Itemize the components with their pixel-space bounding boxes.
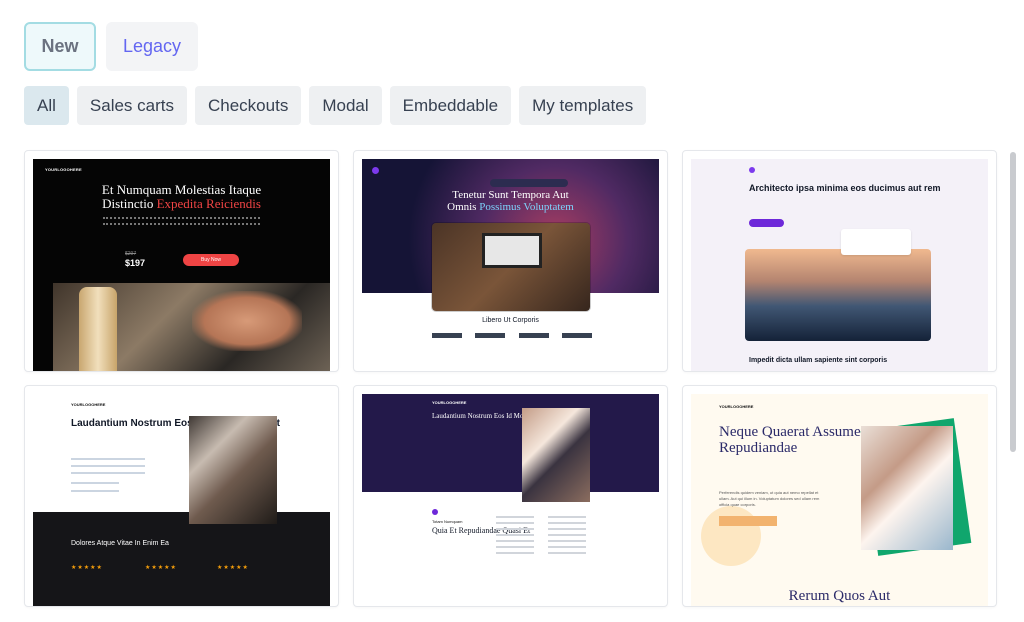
checklist-line bbox=[71, 490, 119, 492]
preview-cta-button bbox=[719, 516, 777, 526]
purple-header bbox=[362, 394, 659, 492]
template-filters: All Sales carts Checkouts Modal Embeddab… bbox=[24, 86, 647, 125]
preview-logo: YOURLOGOHERE bbox=[719, 404, 754, 409]
preview-bottom-title: Impedit dicta ullam sapiente sint corpor… bbox=[749, 357, 888, 364]
fitness-photo bbox=[522, 408, 590, 502]
preview-buy-button bbox=[749, 219, 784, 227]
hands-image bbox=[192, 291, 302, 351]
lake-sunset-photo bbox=[745, 249, 931, 341]
woman-laughing-photo bbox=[861, 426, 953, 550]
decorative-circle bbox=[701, 506, 761, 566]
preview-logo: YOURLOGOHERE bbox=[45, 167, 82, 172]
dark-section-title: Dolores Atque Vitae In Enim Ea bbox=[71, 540, 169, 547]
preview-buy-button: Buy Now bbox=[183, 254, 239, 266]
brand-logo-icon bbox=[749, 167, 755, 173]
template-card-2[interactable]: Tenetur Sunt Tempora Aut Omnis Possimus … bbox=[353, 150, 668, 372]
template-card-6[interactable]: YOURLOGOHERE Neque Quaerat Assumenda Aut… bbox=[682, 385, 997, 607]
filter-all[interactable]: All bbox=[24, 86, 69, 125]
press-logo bbox=[475, 333, 506, 338]
press-logo bbox=[432, 333, 462, 338]
template-card-3[interactable]: Architecto ipsa minima eos ducimus aut r… bbox=[682, 150, 997, 372]
brand-logo-icon bbox=[372, 167, 379, 174]
text-line bbox=[71, 472, 145, 474]
preview-title-highlight: Expedita Reiciendis bbox=[156, 196, 261, 211]
laptop-image bbox=[432, 223, 590, 311]
filter-modal[interactable]: Modal bbox=[309, 86, 382, 125]
laptop-screen bbox=[482, 233, 542, 268]
avatar bbox=[432, 509, 438, 515]
template-preview-1: YOURLOGOHERE Et Numquam Molestias Itaque… bbox=[33, 159, 330, 371]
version-tabs: New Legacy bbox=[24, 22, 198, 71]
preview-title: Et Numquam Molestias Itaque Distinctio E… bbox=[33, 183, 330, 211]
preview-bottom-title: Rerum Quos Aut bbox=[788, 588, 891, 604]
testimonial-card bbox=[841, 229, 911, 255]
filter-sales-carts[interactable]: Sales carts bbox=[76, 86, 187, 125]
preview-title-line: Tenetur Sunt Tempora Aut bbox=[452, 189, 569, 201]
preview-title-plain: Omnis bbox=[447, 201, 477, 213]
page-scrollbar[interactable] bbox=[1010, 152, 1016, 452]
text-line bbox=[71, 465, 145, 467]
template-preview-4: YOURLOGOHERE Laudantium Nostrum Eos Id M… bbox=[33, 394, 330, 606]
version-tab-new[interactable]: New bbox=[24, 22, 96, 71]
template-preview-6: YOURLOGOHERE Neque Quaerat Assumenda Aut… bbox=[691, 394, 988, 606]
rating-stars-icon: ★★★★★ bbox=[145, 565, 177, 571]
filter-embeddable[interactable]: Embeddable bbox=[389, 86, 512, 125]
filter-checkouts[interactable]: Checkouts bbox=[195, 86, 302, 125]
bottle-image bbox=[79, 287, 117, 371]
template-card-5[interactable]: YOURLOGOHERE Laudantium Nostrum Eos Id M… bbox=[353, 385, 668, 607]
version-tab-legacy[interactable]: Legacy bbox=[106, 22, 198, 71]
price: $197 bbox=[125, 258, 146, 268]
old-price: $297 bbox=[125, 251, 137, 257]
preview-logo: YOURLOGOHERE bbox=[432, 400, 467, 405]
rating-stars-icon: ★★★★★ bbox=[217, 565, 249, 571]
preview-title: Architecto ipsa minima eos ducimus aut r… bbox=[749, 183, 941, 193]
preview-logo: YOURLOGOHERE bbox=[71, 402, 106, 407]
logo-section-title: Libero Ut Corporis bbox=[482, 317, 539, 324]
dark-section bbox=[33, 512, 330, 606]
text-line bbox=[71, 458, 145, 460]
preview-title-line: Et Numquam Molestias Itaque bbox=[101, 182, 262, 197]
preview-title-plain: Distinctio bbox=[102, 196, 154, 211]
review-column bbox=[496, 512, 534, 602]
checklist-line bbox=[71, 482, 119, 484]
press-logo bbox=[561, 333, 592, 338]
template-preview-2: Tenetur Sunt Tempora Aut Omnis Possimus … bbox=[362, 159, 659, 371]
filter-my-templates[interactable]: My templates bbox=[519, 86, 647, 125]
template-preview-3: Architecto ipsa minima eos ducimus aut r… bbox=[691, 159, 988, 371]
preview-description: Perferendis quidem veniam, ut quia aut n… bbox=[719, 490, 820, 507]
preview-description-lines bbox=[103, 217, 260, 225]
woman-working-photo bbox=[189, 416, 277, 524]
press-logos bbox=[432, 333, 592, 361]
preview-title-highlight: Possimus Voluptatem bbox=[479, 201, 574, 213]
rating-stars-icon: ★★★★★ bbox=[71, 565, 103, 571]
template-preview-5: YOURLOGOHERE Laudantium Nostrum Eos Id M… bbox=[362, 394, 659, 606]
review-column bbox=[548, 512, 586, 602]
press-logo bbox=[518, 333, 549, 338]
announcement-badge bbox=[490, 179, 568, 187]
template-card-1[interactable]: YOURLOGOHERE Et Numquam Molestias Itaque… bbox=[24, 150, 339, 372]
section-label: Totam Numquam bbox=[432, 519, 463, 524]
preview-title: Tenetur Sunt Tempora Aut Omnis Possimus … bbox=[362, 189, 659, 213]
template-card-4[interactable]: YOURLOGOHERE Laudantium Nostrum Eos Id M… bbox=[24, 385, 339, 607]
